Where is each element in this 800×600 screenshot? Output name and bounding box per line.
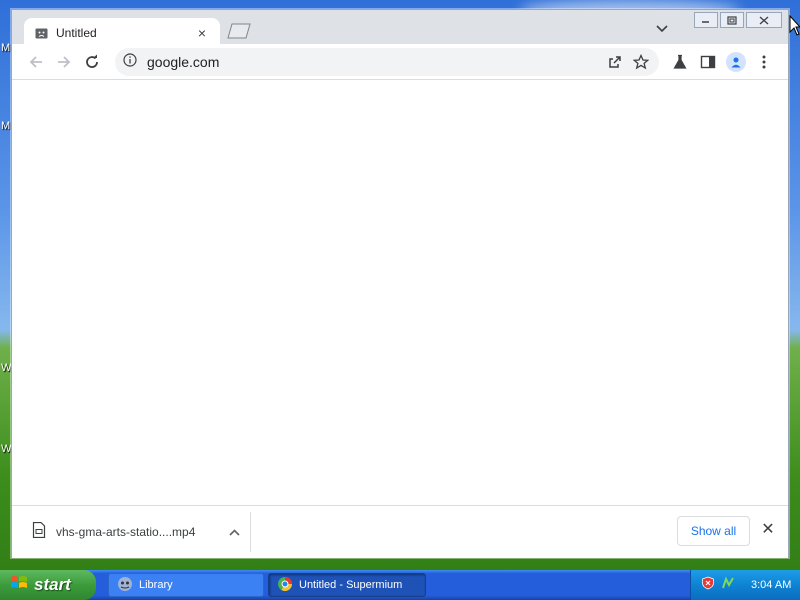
taskbar-item-supermium[interactable]: Untitled - Supermium <box>268 573 426 597</box>
video-file-icon <box>32 521 46 543</box>
desktop-icon-fragment: M <box>1 42 11 54</box>
tab-search-icon[interactable] <box>652 22 672 40</box>
security-shield-icon[interactable] <box>701 576 715 595</box>
tab-strip: Untitled × <box>12 10 788 48</box>
info-icon[interactable] <box>123 52 137 72</box>
network-icon[interactable] <box>721 575 735 595</box>
toolbar: google.com <box>12 44 788 80</box>
taskbar-item-library[interactable]: Library <box>108 573 264 597</box>
person-icon <box>726 52 746 72</box>
taskbar-item-label: Library <box>139 579 173 591</box>
supermium-icon <box>277 576 293 595</box>
download-filename: vhs-gma-arts-statio....mp4 <box>56 525 196 539</box>
menu-kebab-icon[interactable] <box>752 50 776 74</box>
taskbar: start Library Untitled - Supermium 3:04 … <box>0 570 800 600</box>
desktop-icon-fragment: M <box>1 120 11 132</box>
restore-button[interactable] <box>720 12 744 28</box>
new-tab-button[interactable] <box>224 22 254 40</box>
url-text[interactable]: google.com <box>147 54 599 70</box>
bookmark-star-icon[interactable] <box>631 52 651 72</box>
tab-close-icon[interactable]: × <box>194 25 210 41</box>
taskbar-item-label: Untitled - Supermium <box>299 579 403 591</box>
library-icon <box>117 576 133 595</box>
start-label: start <box>34 575 71 594</box>
side-panel-icon[interactable] <box>696 50 720 74</box>
chevron-up-icon[interactable] <box>226 525 242 539</box>
sad-page-icon <box>34 26 48 40</box>
profile-avatar[interactable] <box>724 50 748 74</box>
page-content[interactable] <box>12 80 788 506</box>
show-all-button[interactable]: Show all <box>677 516 750 546</box>
reload-button[interactable] <box>80 50 104 74</box>
desktop-icon-fragment: W <box>1 443 12 455</box>
labs-flask-icon[interactable] <box>668 50 692 74</box>
close-download-shelf-icon[interactable]: ✕ <box>758 520 778 540</box>
forward-button[interactable] <box>52 50 76 74</box>
clock[interactable]: 3:04 AM <box>751 579 791 591</box>
divider <box>250 512 251 552</box>
system-tray: 3:04 AM <box>690 570 800 600</box>
windows-flag-icon <box>10 574 28 597</box>
tab-title: Untitled <box>56 26 97 40</box>
share-icon[interactable] <box>605 52 625 72</box>
download-shelf: vhs-gma-arts-statio....mp4 Show all ✕ <box>12 505 788 558</box>
back-button[interactable] <box>24 50 48 74</box>
window-close-button[interactable] <box>746 12 782 28</box>
desktop-icon-fragment: W <box>1 362 12 374</box>
address-bar[interactable]: google.com <box>115 48 659 76</box>
minimize-button[interactable] <box>694 12 718 28</box>
browser-window: Untitled × google.com vhs-gma-arts-stati… <box>11 9 789 558</box>
mouse-cursor-icon <box>789 14 800 42</box>
download-item[interactable]: vhs-gma-arts-statio....mp4 <box>32 516 242 548</box>
start-button[interactable]: start <box>0 570 96 600</box>
